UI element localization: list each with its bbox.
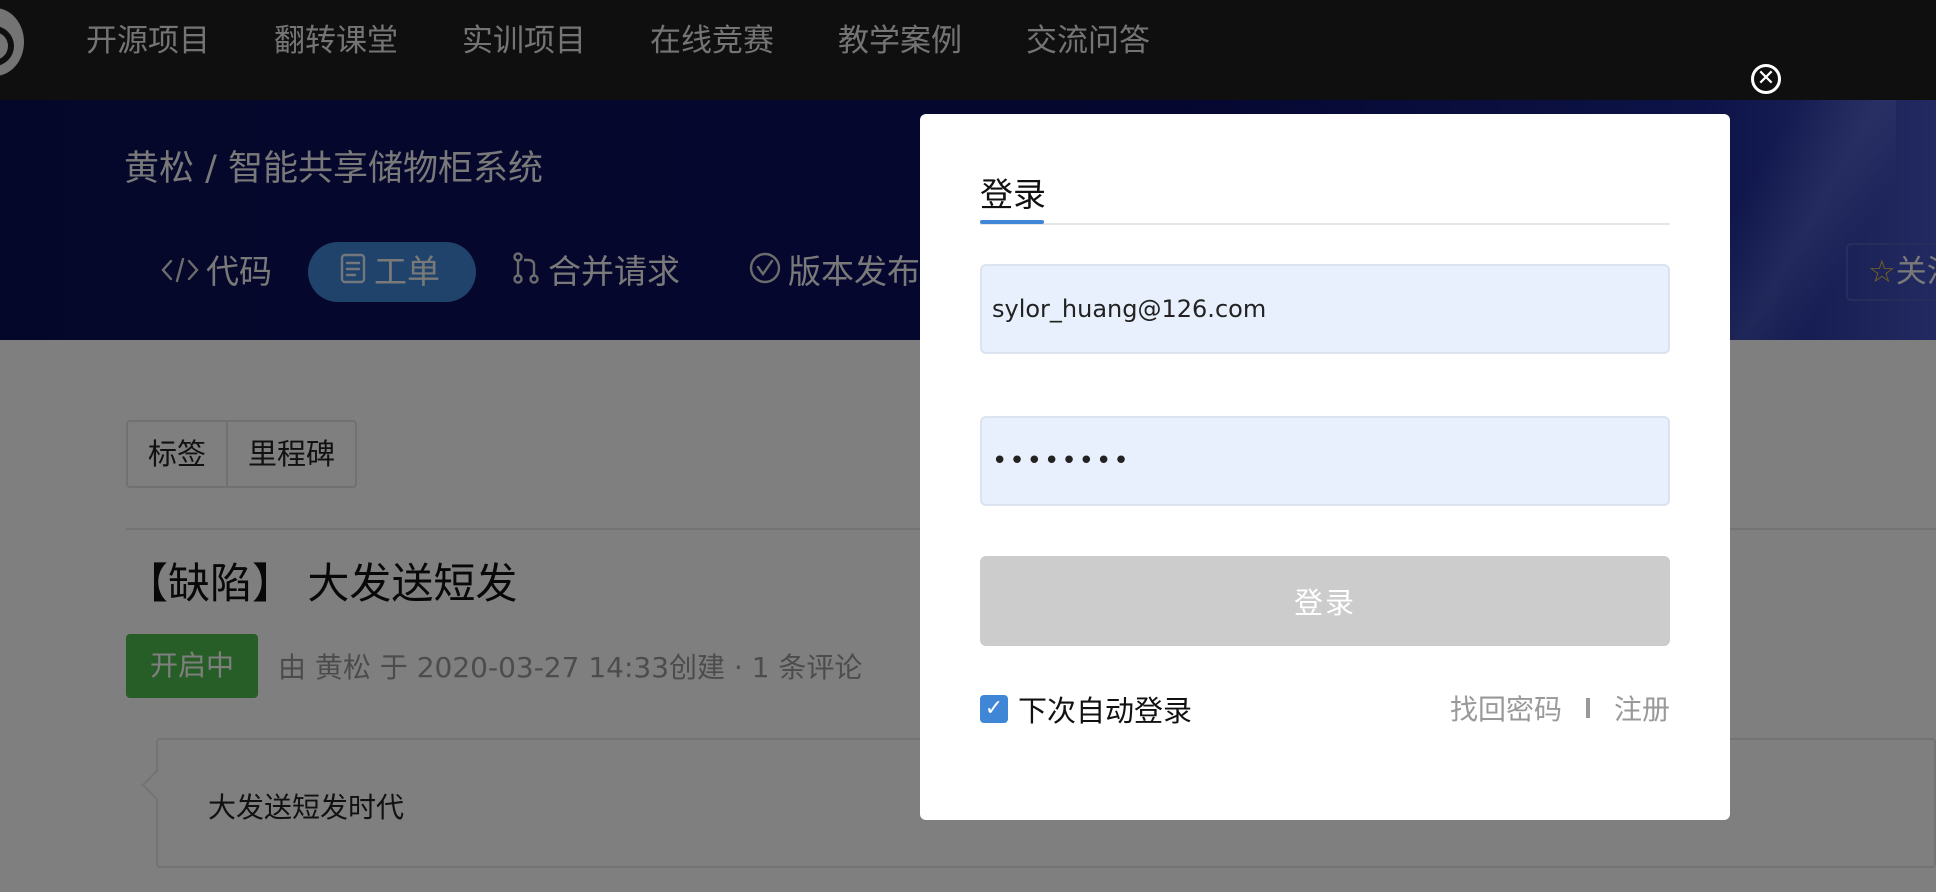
remember-checkbox[interactable]: ✓	[980, 695, 1008, 723]
close-icon[interactable]: ✕	[1751, 64, 1781, 94]
login-button[interactable]: 登录	[980, 556, 1670, 646]
link-separator	[1585, 698, 1590, 718]
modal-divider	[980, 223, 1670, 225]
register-link[interactable]: 注册	[1614, 688, 1670, 728]
login-modal: 登录 登录 ✓ 下次自动登录 找回密码 注册	[920, 114, 1730, 820]
tab-login-underline	[980, 220, 1044, 224]
email-field[interactable]	[980, 264, 1670, 354]
password-field[interactable]	[980, 416, 1670, 506]
forgot-password-link[interactable]: 找回密码	[1450, 688, 1562, 728]
tab-login[interactable]: 登录	[980, 168, 1046, 216]
remember-me[interactable]: ✓ 下次自动登录	[980, 688, 1192, 730]
remember-label: 下次自动登录	[1018, 694, 1193, 728]
auth-links: 找回密码 注册	[1450, 688, 1670, 728]
